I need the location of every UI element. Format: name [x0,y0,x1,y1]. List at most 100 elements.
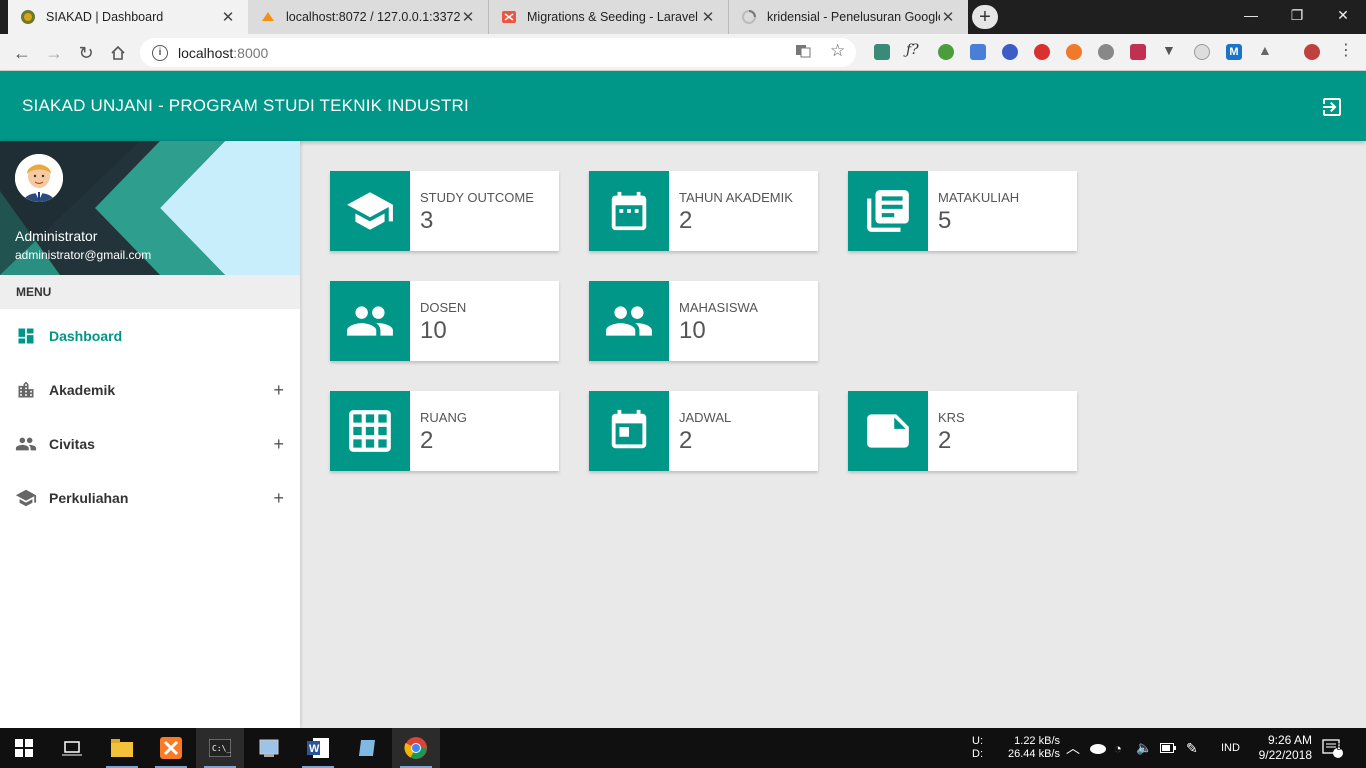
extension-icon[interactable] [1194,44,1210,60]
clock[interactable]: 9:26 AM 9/22/2018 [1254,728,1312,768]
task-view-icon[interactable] [48,728,96,768]
tab-title: Migrations & Seeding - Laravel - [527,10,700,24]
site-info-icon[interactable]: i [152,44,168,61]
card-label: MATAKULIAH [938,190,1020,205]
user-email: administrator@gmail.com [15,248,152,262]
tab-laravel-migrations[interactable]: Migrations & Seeding - Laravel - ✕ [488,0,728,34]
chrome-icon[interactable] [392,728,440,768]
card-ruang[interactable]: RUANG 2 [330,391,559,471]
back-icon[interactable]: ← [10,41,34,65]
extension-icon[interactable] [1066,44,1082,60]
logout-icon[interactable] [1320,95,1344,119]
clock-date: 9/22/2018 [1258,748,1312,762]
extension-icon[interactable] [874,44,890,60]
command-prompt-icon[interactable]: C:\_ [196,728,244,768]
battery-icon[interactable] [1160,728,1176,768]
new-tab-button[interactable]: + [972,5,998,29]
bookmark-star-icon[interactable]: ☆ [830,41,845,61]
extension-icon[interactable] [1002,44,1018,60]
tab-siakad-dashboard[interactable]: SIAKAD | Dashboard ✕ [8,0,248,34]
file-explorer-icon[interactable] [98,728,146,768]
card-label: MAHASISWA [679,300,758,315]
minimize-icon[interactable]: — [1228,0,1274,30]
sidebar-item-dashboard[interactable]: Dashboard [0,309,300,363]
tab-phpmyadmin[interactable]: localhost:8072 / 127.0.0.1:3372 / ✕ [248,0,488,34]
close-icon[interactable]: ✕ [700,8,716,26]
download-label: D: [972,748,983,760]
extension-icon[interactable] [1130,44,1146,60]
input-language[interactable]: IND [1221,728,1240,768]
sidebar-item-label: Civitas [49,436,95,452]
expand-plus-icon[interactable]: + [273,380,284,401]
onedrive-cloud-icon[interactable] [1088,728,1106,768]
tab-google-search[interactable]: kridensial - Penelusuran Google ✕ [728,0,968,34]
windows-start-icon[interactable] [0,728,48,768]
volume-icon[interactable]: 🔈 [1136,728,1152,768]
tab-title: localhost:8072 / 127.0.0.1:3372 / [286,10,460,24]
card-study-outcome[interactable]: STUDY OUTCOME 3 [330,171,559,251]
card-tahun-akademik[interactable]: TAHUN AKADEMIK 2 [589,171,818,251]
microsoft-word-icon[interactable]: W [294,728,342,768]
card-value: 2 [420,427,434,454]
card-krs[interactable]: KRS 2 [848,391,1077,471]
home-icon[interactable] [106,41,130,65]
pen-workspace-icon[interactable]: ✎ [1186,728,1198,768]
forward-icon[interactable]: → [42,41,66,65]
card-jadwal[interactable]: JADWAL 2 [589,391,818,471]
show-hidden-icons-icon[interactable]: ︿ [1066,728,1080,768]
card-label: RUANG [420,410,467,425]
card-value: 2 [679,427,693,454]
control-panel-icon[interactable] [245,728,293,768]
menu-dots-icon[interactable]: ⋮ [1338,40,1354,59]
url-bar[interactable]: i localhost:8000 [140,38,856,67]
dashboard-icon [15,325,37,347]
restore-icon[interactable]: ❐ [1274,0,1320,30]
wifi-icon[interactable]: ◔ [1114,728,1122,768]
card-mahasiswa[interactable]: MAHASISWA 10 [589,281,818,361]
extension-m-icon[interactable]: M [1226,44,1242,60]
sidebar-item-perkuliahan[interactable]: Perkuliahan + [0,471,300,525]
people-icon [15,433,37,455]
translate-icon[interactable] [795,43,811,63]
card-dosen[interactable]: DOSEN 10 [330,281,559,361]
formula-extension-icon[interactable]: ƒ? [906,42,922,58]
extension-icon[interactable] [938,44,954,60]
action-center-icon[interactable]: 3 [1322,728,1344,768]
avatar [15,154,63,202]
reload-icon[interactable]: ↻ [74,41,98,65]
google-drive-icon[interactable]: ▲ [1258,42,1274,58]
xampp-icon[interactable] [147,728,195,768]
notification-count: 3 [1336,742,1342,752]
globe-icon[interactable] [1098,44,1114,60]
phpmyadmin-favicon-icon [260,9,276,25]
grid-icon [330,391,410,471]
card-label: TAHUN AKADEMIK [679,190,793,205]
svg-text:C:\_: C:\_ [212,744,231,753]
sidebar-item-civitas[interactable]: Civitas + [0,417,300,471]
card-matakuliah[interactable]: MATAKULIAH 5 [848,171,1077,251]
notepad-icon[interactable] [343,728,391,768]
profile-avatar-icon[interactable] [1304,44,1320,60]
close-icon[interactable]: ✕ [940,8,956,26]
menu-header: MENU [0,275,300,309]
google-translate-icon[interactable] [970,44,986,60]
tab-title: kridensial - Penelusuran Google [767,10,940,24]
window-close-icon[interactable]: ✕ [1320,0,1366,30]
close-icon[interactable]: ✕ [220,8,236,26]
adblock-icon[interactable] [1034,44,1050,60]
app-header: SIAKAD UNJANI - PROGRAM STUDI TEKNIK IND… [0,71,1366,141]
library-books-icon [848,171,928,251]
close-icon[interactable]: ✕ [460,8,476,26]
siakad-favicon-icon [20,9,36,25]
sidebar-item-akademik[interactable]: Akademik + [0,363,300,417]
download-speed: 26.44 kB/s [1008,748,1060,760]
expand-plus-icon[interactable]: + [273,434,284,455]
card-value: 3 [420,207,434,234]
clock-time: 9:26 AM [1267,733,1312,747]
expand-plus-icon[interactable]: + [273,488,284,509]
browser-tab-strip: SIAKAD | Dashboard ✕ localhost:8072 / 12… [0,0,1366,34]
url-port: :8000 [233,44,269,61]
sidebar-item-label: Perkuliahan [49,490,129,506]
school-icon [15,487,37,509]
vue-devtools-icon[interactable]: ▼ [1162,42,1178,58]
